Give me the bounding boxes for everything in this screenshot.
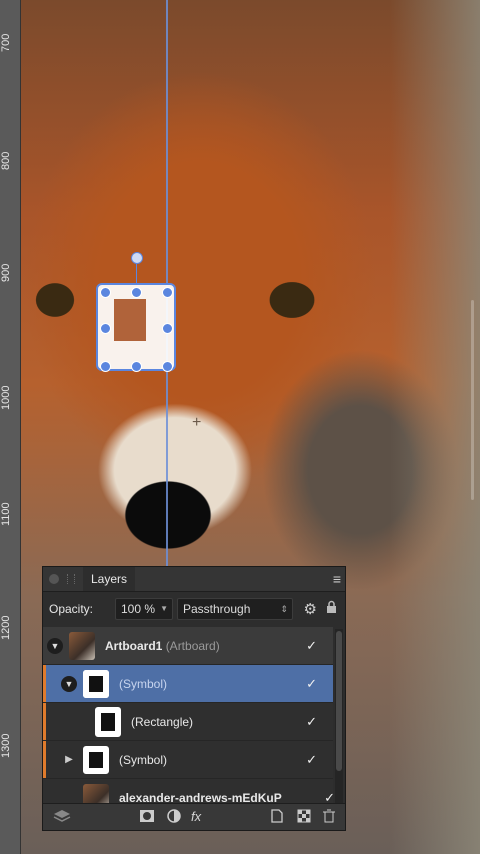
- photo-background: [390, 0, 480, 854]
- drag-grip-icon[interactable]: [67, 574, 75, 584]
- add-layer-icon[interactable]: [271, 809, 283, 826]
- vertical-ruler: 700 800 900 1000 1100 1200 1300: [0, 0, 21, 854]
- tab-layers[interactable]: Layers: [83, 567, 136, 591]
- handle-bottom[interactable]: [131, 361, 142, 372]
- handle-top-left[interactable]: [100, 287, 111, 298]
- layer-name: (Rectangle): [131, 714, 194, 729]
- ruler-tick-1200: 1200: [0, 615, 12, 640]
- pixel-layer-icon[interactable]: [297, 809, 311, 826]
- opacity-field[interactable]: 100 % ▼: [115, 598, 173, 620]
- symbol-interior: [114, 299, 146, 341]
- layer-thumbnail: [95, 706, 121, 737]
- panel-titlebar: Layers ≡: [43, 567, 345, 592]
- layers-toolbar: fx: [43, 803, 345, 830]
- layer-thumbnail: [69, 631, 95, 660]
- expand-triangle-icon[interactable]: ▶: [61, 754, 77, 765]
- opacity-label: Opacity:: [49, 602, 94, 616]
- visibility-check-icon[interactable]: ✓: [306, 752, 317, 768]
- blend-mode-select[interactable]: Passthrough ⇕: [177, 598, 293, 620]
- trash-icon[interactable]: [323, 809, 335, 826]
- collapse-triangle-icon[interactable]: ▼: [61, 675, 77, 692]
- layer-row-symbol-1[interactable]: ▼ (Symbol) ✓: [43, 665, 333, 703]
- mask-icon[interactable]: [139, 809, 155, 826]
- ruler-tick-800: 800: [0, 151, 12, 170]
- handle-left[interactable]: [100, 323, 111, 334]
- handle-bottom-left[interactable]: [100, 361, 111, 372]
- rotation-handle-line: [136, 262, 137, 284]
- visibility-check-icon[interactable]: ✓: [306, 676, 317, 692]
- scrollbar-thumb[interactable]: [336, 631, 342, 771]
- opacity-row: Opacity: 100 % ▼ Passthrough ⇕ ⚙: [43, 592, 345, 626]
- layer-thumbnail: [83, 669, 109, 698]
- ruler-tick-1000: 1000: [0, 385, 12, 410]
- rotation-handle[interactable]: [131, 252, 143, 264]
- handle-top[interactable]: [131, 287, 142, 298]
- ruler-tick-900: 900: [0, 263, 12, 282]
- panel-menu-icon[interactable]: ≡: [333, 571, 341, 587]
- blend-mode-stepper-icon: ⇕: [280, 604, 288, 614]
- ruler-tick-700: 700: [0, 33, 12, 52]
- layers-list: ▼ Artboard1 (Artboard) ✓ ▼ (Symbol) ✓ (R…: [43, 627, 335, 817]
- handle-bottom-right[interactable]: [162, 361, 173, 372]
- layers-panel: Layers ≡ Opacity: 100 % ▼ Passthrough ⇕ …: [42, 566, 346, 831]
- ruler-tick-1300: 1300: [0, 733, 12, 758]
- blend-mode-value: Passthrough: [183, 602, 251, 616]
- visibility-check-icon[interactable]: ✓: [306, 714, 317, 730]
- layer-name: (Symbol): [119, 676, 168, 691]
- opacity-value: 100 %: [121, 602, 156, 616]
- canvas-scrollbar[interactable]: [471, 300, 474, 500]
- handle-top-right[interactable]: [162, 287, 173, 298]
- layers-stack-icon[interactable]: [53, 809, 71, 826]
- layer-row-artboard[interactable]: ▼ Artboard1 (Artboard) ✓: [43, 627, 333, 665]
- layer-thumbnail: [83, 745, 109, 774]
- cursor-crosshair-icon: +: [192, 414, 202, 431]
- visibility-check-icon[interactable]: ✓: [306, 638, 317, 654]
- fx-icon[interactable]: fx: [191, 809, 201, 824]
- layer-row-rectangle[interactable]: (Rectangle) ✓: [43, 703, 333, 741]
- layer-name: (Symbol): [119, 752, 168, 767]
- layers-scrollbar[interactable]: [335, 629, 343, 825]
- handle-right[interactable]: [162, 323, 173, 334]
- opacity-dropdown-icon: ▼: [160, 604, 168, 613]
- close-panel-icon[interactable]: [49, 574, 59, 584]
- lock-icon[interactable]: [326, 600, 337, 616]
- layer-row-symbol-2[interactable]: ▶ (Symbol) ✓: [43, 741, 333, 779]
- layer-name: Artboard1 (Artboard): [105, 638, 220, 653]
- gear-icon[interactable]: ⚙: [304, 600, 317, 618]
- ruler-tick-1100: 1100: [0, 502, 12, 526]
- collapse-triangle-icon[interactable]: ▼: [47, 637, 63, 654]
- adjustment-icon[interactable]: [167, 809, 181, 826]
